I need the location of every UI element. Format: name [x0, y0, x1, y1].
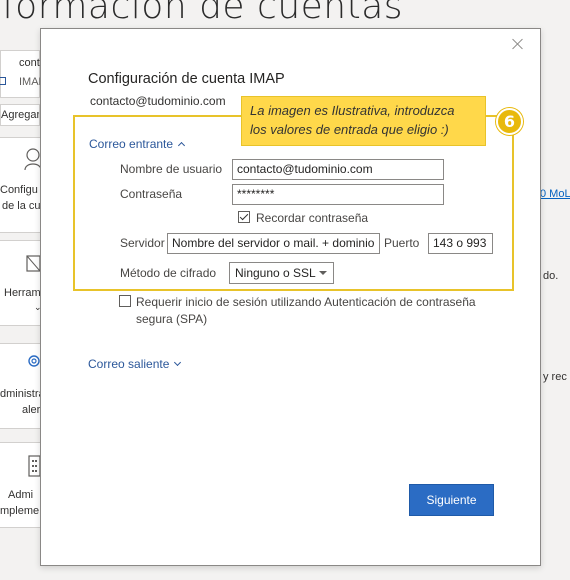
bg-text: do.: [543, 270, 559, 282]
gear-icon: [28, 355, 40, 367]
port-label: Puerto: [384, 236, 420, 250]
tile-label: de la cu: [2, 200, 40, 212]
tools-tile[interactable]: Herram ⌄: [0, 240, 40, 326]
mailbox-size-link[interactable]: 0 MoL: [540, 188, 570, 200]
callout-line: los valores de entrada que eligio :): [250, 122, 449, 137]
server-label: Servidor: [120, 236, 165, 250]
username-label: Nombre de usuario: [120, 162, 223, 176]
add-account-button[interactable]: Agregar: [0, 104, 40, 126]
dropdown-arrow-icon: [319, 271, 327, 275]
incoming-mail-toggle[interactable]: Correo entrante: [89, 137, 186, 151]
password-field[interactable]: ********: [232, 184, 444, 205]
tile-label: aler: [22, 404, 40, 416]
remember-password-label: Recordar contraseña: [256, 211, 369, 225]
instruction-callout: La imagen es Ilustrativa, introduzca los…: [241, 96, 486, 146]
incoming-mail-label: Correo entrante: [89, 137, 174, 151]
tile-label: dministra: [0, 388, 40, 400]
dialog-email: contacto@tudominio.com: [90, 94, 226, 108]
spa-checkbox[interactable]: [119, 295, 131, 307]
chevron-down-icon: [174, 358, 182, 367]
close-icon[interactable]: [511, 37, 525, 51]
chevron-up-icon: [178, 141, 186, 150]
step-number-badge: 6: [496, 108, 523, 135]
outgoing-mail-toggle[interactable]: Correo saliente: [88, 357, 182, 371]
dialog-title: Configuración de cuenta IMAP: [88, 71, 285, 87]
tile-label: Configu: [0, 184, 38, 196]
list-icon: [28, 455, 40, 477]
page-title: formación de cuentas: [2, 0, 404, 27]
server-field[interactable]: Nombre del servidor o mail. + dominio: [167, 233, 380, 254]
port-field[interactable]: 143 o 993: [428, 233, 493, 254]
admin-tile[interactable]: Admi mpleme: [0, 442, 40, 528]
manage-alerts-tile[interactable]: dministra aler: [0, 343, 40, 429]
spa-label-continued: segura (SPA): [136, 312, 208, 326]
bg-text: y rec: [543, 371, 567, 383]
next-button[interactable]: Siguiente: [409, 484, 494, 516]
account-settings-tile[interactable]: Configu de la cu: [0, 137, 40, 233]
password-label: Contraseña: [120, 187, 183, 201]
tools-icon: [26, 255, 40, 272]
username-field[interactable]: contacto@tudominio.com: [232, 159, 444, 180]
callout-line: La imagen es Ilustrativa, introduzca: [250, 103, 455, 118]
outgoing-mail-label: Correo saliente: [88, 357, 170, 371]
mail-icon: [0, 77, 6, 85]
account-name: cont: [19, 57, 40, 69]
encryption-select[interactable]: Ninguno o SSL: [229, 262, 334, 284]
user-icon: [24, 148, 40, 170]
encryption-label: Método de cifrado: [120, 266, 217, 280]
spa-label: Requerir inicio de sesión utilizando Aut…: [136, 295, 476, 309]
account-selector[interactable]: cont IMAP: [0, 50, 46, 98]
encryption-value: Ninguno o SSL: [235, 266, 316, 280]
imap-settings-dialog: Configuración de cuenta IMAP contacto@tu…: [40, 28, 541, 566]
tile-label: Admi: [8, 489, 34, 501]
tile-label: mpleme: [0, 505, 40, 517]
remember-password-checkbox[interactable]: [238, 211, 250, 223]
